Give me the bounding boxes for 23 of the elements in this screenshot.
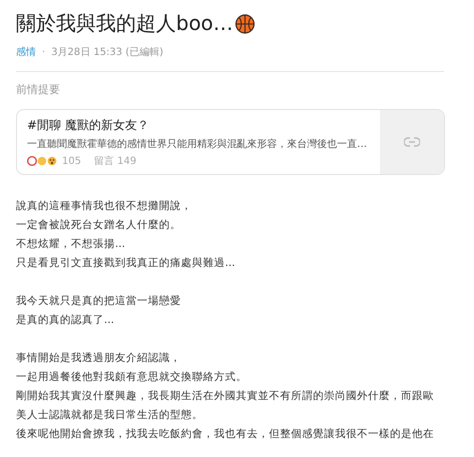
link-preview-card[interactable]: #閒聊 魔獸的新女友？ 一直聽聞魔獸霍華德的感情世界只能用精彩與混亂來形容，來台灣後也一直… 105 留言 149 bbox=[16, 109, 445, 175]
body-text-line: 一起用過餐後他對我頗有意思就交換聯絡方式。 bbox=[16, 370, 248, 385]
card-title: #閒聊 魔獸的新女友？ bbox=[27, 117, 150, 134]
post-time: 3月28日 15:33 (已編輯) bbox=[51, 46, 164, 59]
reaction-icons bbox=[27, 156, 57, 166]
section-label: 前情提要 bbox=[16, 82, 61, 97]
body-text-line: 只是看見引文直接戳到我真正的痛處與難過... bbox=[16, 256, 236, 271]
body-text-line: 我今天就只是真的把這當一場戀愛 bbox=[16, 294, 182, 309]
reaction-count: 105 bbox=[62, 156, 82, 166]
body-text-line: 剛開始我其實沒什麼興趣，我長期生活在外國其實並不有所謂的崇尚國外什麼，而跟歐 bbox=[16, 389, 435, 404]
link-icon bbox=[404, 137, 420, 147]
body-text-line: 不想炫耀，不想張揚... bbox=[16, 237, 126, 252]
card-excerpt: 一直聽聞魔獸霍華德的感情世界只能用精彩與混亂來形容，來台灣後也一直… bbox=[27, 138, 368, 151]
body-text-line: 後來呢他開始會撩我，找我去吃飯約會，我也有去，但整個感覺讓我很不一樣的是他在 bbox=[16, 427, 435, 442]
body-text-line: 是真的真的認真了... bbox=[16, 313, 116, 328]
body-text-line: 事情開始是我透過朋友介紹認識， bbox=[16, 351, 182, 366]
body-text-line: 說真的這種事情我也很不想攤開說， bbox=[16, 199, 193, 214]
separator-dot: · bbox=[42, 46, 46, 58]
body-text-line: 一定會被說死台女蹭名人什麼的。 bbox=[16, 218, 182, 233]
post-title: 關於我與我的超人boo… bbox=[16, 10, 234, 37]
basketball-icon bbox=[235, 14, 256, 34]
comment-count: 留言 149 bbox=[94, 154, 136, 168]
body-text-line: 美人士認識就都是我日常生活的型態。 bbox=[16, 408, 204, 423]
